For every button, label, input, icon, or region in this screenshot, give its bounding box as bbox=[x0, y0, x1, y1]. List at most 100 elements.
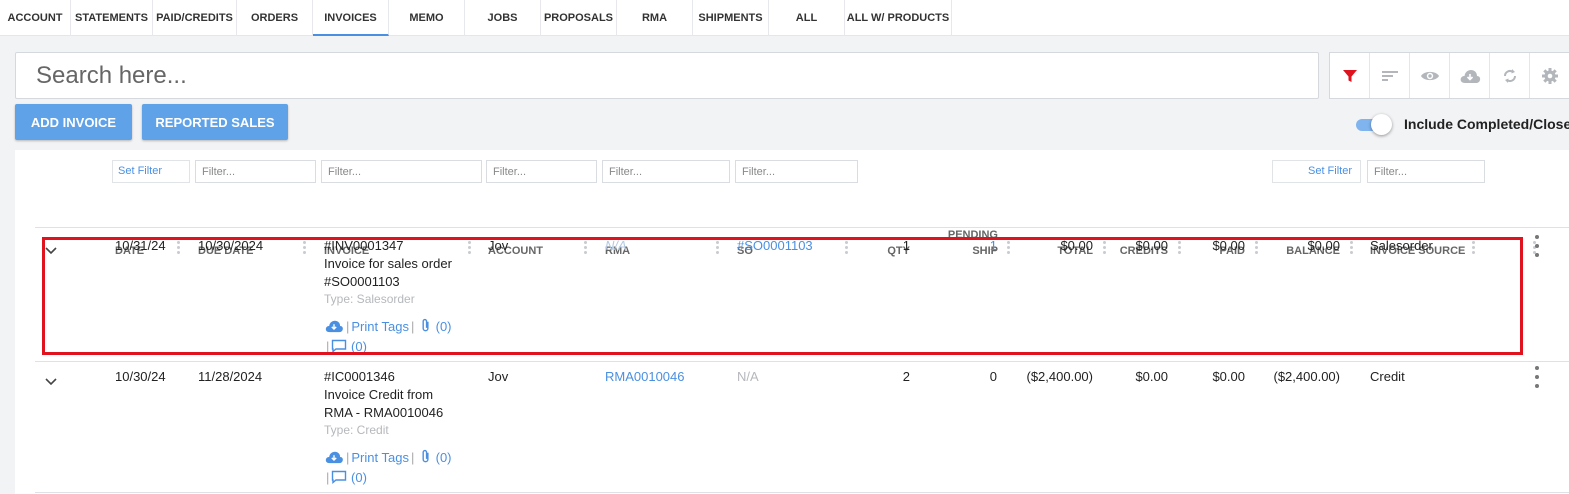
row-comment-actions: | (0) bbox=[326, 339, 367, 354]
row-invoice-desc-2: RMA - RMA0010046 bbox=[324, 405, 444, 420]
col-date-grip[interactable] bbox=[177, 241, 180, 255]
so-filter[interactable] bbox=[735, 160, 858, 183]
row-invoice-desc-2: #SO0001103 bbox=[324, 274, 400, 289]
cloud-download-icon[interactable] bbox=[324, 319, 344, 333]
view-button[interactable] bbox=[1410, 53, 1450, 98]
row-paid: $0.00 bbox=[1212, 238, 1245, 253]
sync-icon bbox=[1503, 68, 1516, 83]
row-invoice-actions: | Print Tags | (0) bbox=[324, 449, 452, 465]
row-divider bbox=[35, 361, 1569, 362]
tab-all-with-products[interactable]: ALL W/ PRODUCTS bbox=[845, 0, 952, 36]
row-date: 10/31/24 bbox=[115, 238, 166, 253]
chevron-down-icon[interactable] bbox=[44, 246, 58, 256]
col-rma-grip[interactable] bbox=[716, 241, 719, 255]
col-invoice-grip[interactable] bbox=[468, 241, 471, 255]
comment-count[interactable]: (0) bbox=[351, 470, 367, 485]
invoices-panel: ADD INVOICE REPORTED SALES Include Compl… bbox=[0, 36, 1569, 494]
col-invoice-source-grip[interactable] bbox=[1472, 241, 1475, 255]
search-box bbox=[15, 52, 1319, 99]
tab-statements[interactable]: STATEMENTS bbox=[71, 0, 153, 36]
attachment-count[interactable]: (0) bbox=[436, 319, 452, 334]
row-total: ($2,400.00) bbox=[1026, 369, 1094, 384]
grid-toolbar bbox=[1329, 52, 1569, 99]
attachment-count[interactable]: (0) bbox=[436, 450, 452, 465]
row-comment-actions: | (0) bbox=[326, 470, 367, 485]
row-due-date: 11/28/2024 bbox=[198, 369, 263, 384]
print-tags-link[interactable]: Print Tags bbox=[351, 319, 409, 334]
row-menu-icon[interactable] bbox=[1534, 235, 1540, 257]
invoice-filter[interactable] bbox=[321, 160, 482, 183]
comment-count[interactable]: (0) bbox=[351, 339, 367, 354]
row-menu-icon[interactable] bbox=[1534, 366, 1540, 388]
header-divider bbox=[35, 227, 1569, 228]
rma-filter[interactable] bbox=[602, 160, 730, 183]
row-date: 10/30/24 bbox=[115, 369, 166, 384]
cloud-download-icon[interactable] bbox=[324, 450, 344, 464]
sort-button[interactable] bbox=[1370, 53, 1410, 98]
comment-icon[interactable] bbox=[331, 470, 347, 484]
tab-jobs[interactable]: JOBS bbox=[465, 0, 541, 36]
row-pending-ship: 0 bbox=[989, 369, 997, 384]
row-invoice-source: Credit bbox=[1370, 369, 1405, 384]
top-tabs: ACCOUNT STATEMENTS PAID/CREDITS ORDERS I… bbox=[0, 0, 1569, 36]
chevron-down-icon[interactable] bbox=[44, 377, 58, 387]
row-rma: N/A bbox=[605, 238, 627, 253]
paperclip-icon[interactable] bbox=[420, 449, 432, 464]
row-invoice-number[interactable]: #INV0001347 bbox=[324, 238, 404, 253]
filter-button[interactable] bbox=[1330, 53, 1370, 98]
row-due-date: 10/30/2024 bbox=[198, 238, 264, 253]
paperclip-icon[interactable] bbox=[420, 318, 432, 333]
row-paid: $0.00 bbox=[1212, 369, 1245, 384]
tab-all[interactable]: ALL bbox=[769, 0, 845, 36]
row-balance: ($2,400.00) bbox=[1273, 369, 1341, 384]
gear-icon bbox=[1542, 67, 1558, 84]
tab-shipments[interactable]: SHIPMENTS bbox=[693, 0, 769, 36]
add-invoice-button[interactable]: ADD INVOICE bbox=[15, 104, 132, 140]
sort-icon bbox=[1381, 70, 1398, 81]
col-balance-grip[interactable] bbox=[1350, 241, 1353, 255]
row-invoice-actions: | Print Tags | (0) bbox=[324, 318, 452, 334]
due-date-filter[interactable] bbox=[195, 160, 316, 183]
invoice-source-filter[interactable] bbox=[1367, 160, 1485, 183]
row-invoice-source: Salesorder bbox=[1370, 238, 1433, 253]
download-button[interactable] bbox=[1450, 53, 1490, 98]
refresh-button[interactable] bbox=[1490, 53, 1530, 98]
tab-memo[interactable]: MEMO bbox=[389, 0, 465, 36]
tab-rma[interactable]: RMA bbox=[617, 0, 693, 36]
comment-icon[interactable] bbox=[331, 339, 347, 353]
tab-invoices[interactable]: INVOICES bbox=[313, 0, 389, 36]
date-set-filter[interactable]: Set Filter bbox=[112, 160, 190, 183]
include-completed-label: Include Completed/Closed bbox=[1404, 116, 1569, 132]
col-so-grip[interactable] bbox=[845, 241, 848, 255]
reported-sales-button[interactable]: REPORTED SALES bbox=[142, 104, 288, 140]
tab-proposals[interactable]: PROPOSALS bbox=[541, 0, 617, 36]
search-input[interactable] bbox=[16, 53, 1318, 98]
row-invoice-number[interactable]: #IC0001346 bbox=[324, 369, 395, 384]
row-credits: $0.00 bbox=[1135, 238, 1168, 253]
row-invoice-type: Type: Credit bbox=[324, 423, 389, 437]
tab-orders[interactable]: ORDERS bbox=[237, 0, 313, 36]
row-invoice-type: Type: Salesorder bbox=[324, 292, 415, 306]
toggle-knob bbox=[1371, 114, 1392, 135]
row-qty: 2 bbox=[902, 369, 910, 384]
print-tags-link[interactable]: Print Tags bbox=[351, 450, 409, 465]
row-rma-link[interactable]: RMA0010046 bbox=[605, 369, 685, 384]
row-so-link[interactable]: #SO0001103 bbox=[737, 238, 813, 253]
row-invoice-desc-1: Invoice for sales order bbox=[324, 256, 452, 271]
row-balance: $0.00 bbox=[1307, 238, 1340, 253]
account-filter[interactable] bbox=[486, 160, 597, 183]
tab-paid-credits[interactable]: PAID/CREDITS bbox=[153, 0, 237, 36]
row-pending-ship[interactable]: 1 bbox=[947, 238, 997, 253]
balance-set-filter[interactable]: Set Filter bbox=[1272, 160, 1361, 183]
tab-account[interactable]: ACCOUNT bbox=[0, 0, 71, 36]
invoices-grid: Set Filter Set Filter DATE DUE DATE INVO… bbox=[15, 150, 1569, 494]
settings-button[interactable] bbox=[1530, 53, 1569, 98]
col-due-date-grip[interactable] bbox=[303, 241, 306, 255]
eye-icon bbox=[1420, 71, 1439, 80]
row-credits: $0.00 bbox=[1135, 369, 1168, 384]
row-account: Jov bbox=[488, 238, 509, 253]
col-account-grip[interactable] bbox=[584, 241, 587, 255]
filter-icon bbox=[1342, 69, 1357, 82]
cloud-download-icon bbox=[1460, 69, 1480, 83]
include-completed-toggle[interactable] bbox=[1356, 114, 1392, 135]
